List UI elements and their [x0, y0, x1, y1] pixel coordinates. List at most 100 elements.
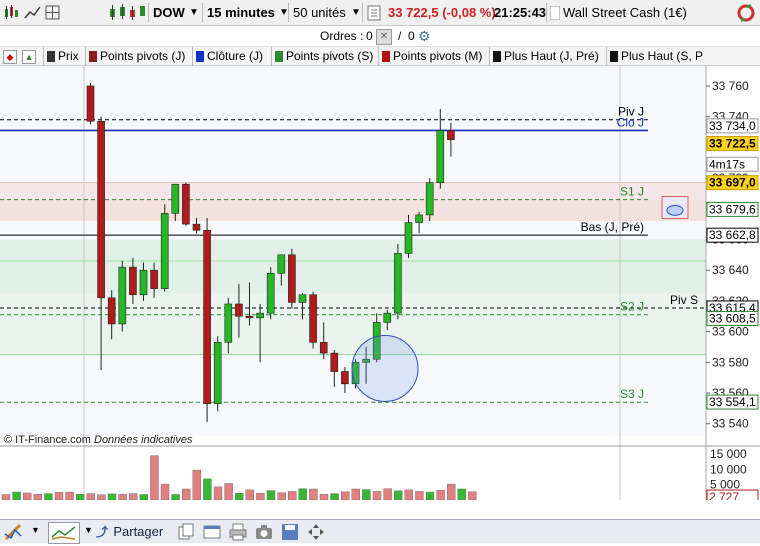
- legend-swatch: [196, 51, 204, 62]
- share-button[interactable]: ⤴ Partager: [96, 522, 168, 542]
- volume-bar: [181, 488, 191, 500]
- draw-tool-icon[interactable]: [3, 522, 25, 542]
- print-icon[interactable]: [228, 522, 248, 542]
- volume-bar: [86, 493, 96, 500]
- volume-bar: [107, 493, 117, 500]
- units-label: 50 unités: [293, 5, 346, 20]
- line-chart-icon[interactable]: [24, 4, 41, 21]
- price-chart[interactable]: Piv JClo JS1 JBas (J, Pré)Piv SS2 JS3 J …: [0, 66, 760, 500]
- volume-bar: [128, 493, 138, 500]
- candle-body: [277, 254, 286, 274]
- refresh-icon[interactable]: [736, 3, 756, 23]
- orders-count-a: 0: [366, 29, 373, 43]
- volume-bar: [425, 491, 435, 500]
- price-tags: 33 734,0 33 722,5 4m17s 33 697,0 33 679,6 33 …: [706, 118, 759, 500]
- save-icon[interactable]: [280, 522, 300, 542]
- volume-bar: [203, 478, 212, 500]
- candle-body: [86, 85, 95, 122]
- legend-item-points-pivots-m[interactable]: Points pivots (M): [378, 47, 488, 66]
- legend-swatch: [275, 51, 283, 62]
- legend-item-plus-haut-j[interactable]: Plus Haut (J, Pré): [489, 47, 604, 66]
- highlight-circle: [351, 334, 419, 402]
- legend-label: Clôture (J): [207, 49, 264, 63]
- candle-body: [107, 297, 116, 325]
- volume-bar: [12, 491, 21, 500]
- volume-bar: [298, 488, 307, 500]
- volume-tag-label: 2 727: [709, 490, 739, 500]
- volume-bar: [33, 493, 42, 500]
- close-orders-icon[interactable]: ✕: [376, 29, 392, 45]
- volume-bar: [468, 491, 477, 500]
- candle-body: [160, 213, 169, 289]
- candle-body: [383, 312, 392, 323]
- candle-body: [425, 182, 434, 216]
- volume-bar: [341, 491, 350, 500]
- legend-item-prix[interactable]: Prix: [43, 47, 83, 66]
- price-tick: 33 760: [712, 79, 749, 93]
- alert-ellipse: [666, 204, 684, 216]
- volume-bar: [234, 493, 244, 500]
- price-tag-label: 33 697,0: [709, 176, 756, 190]
- chevron-down-icon[interactable]: ▼: [84, 525, 93, 535]
- interval-select[interactable]: 15 minutes ▼: [207, 3, 289, 22]
- volume-bar: [319, 493, 329, 500]
- legend-label: Plus Haut (J, Pré): [504, 49, 599, 63]
- legend-label: Prix: [58, 49, 79, 63]
- chevron-down-icon: ▼: [189, 7, 199, 18]
- legend-item-plus-haut-s[interactable]: Plus Haut (S, P: [606, 47, 706, 66]
- volume-bar: [256, 493, 265, 500]
- settings-icon[interactable]: ⚙: [418, 28, 431, 45]
- level-label: S1 J: [620, 185, 644, 199]
- volume-bar: [192, 469, 202, 500]
- collapse-icon[interactable]: ◆: [3, 50, 17, 64]
- candle-body: [436, 130, 445, 183]
- indicators-icon[interactable]: [48, 522, 80, 544]
- candles-icon[interactable]: [3, 4, 20, 21]
- instrument-name: Wall Street Cash (1€): [563, 5, 687, 20]
- volume-bar: [288, 491, 297, 500]
- volume-bar: [309, 488, 318, 500]
- camera-icon[interactable]: [254, 522, 274, 542]
- legend-item-cloture-j[interactable]: Clôture (J): [192, 47, 270, 66]
- price-tick: 33 600: [712, 325, 749, 339]
- units-select[interactable]: 50 unités ▼: [293, 3, 361, 22]
- legend-item-points-pivots-j[interactable]: Points pivots (J): [85, 47, 191, 66]
- legend-label: Points pivots (J): [100, 49, 186, 63]
- symbol-select[interactable]: DOW ▼: [153, 3, 201, 22]
- legend-label: Plus Haut (S, P: [621, 49, 704, 63]
- legend-swatch: [610, 51, 618, 62]
- volume-bar: [447, 483, 456, 500]
- candle-body: [150, 269, 158, 289]
- level-label: S3 J: [620, 387, 644, 401]
- price-change: 33 722,5 (-0,08 %): [388, 5, 496, 20]
- volume-bar: [224, 483, 233, 500]
- volume-bar: [1, 494, 11, 500]
- volume-bar: [75, 493, 85, 500]
- price-tick: 33 640: [712, 263, 749, 277]
- pan-icon[interactable]: [306, 522, 326, 542]
- info-icon[interactable]: [367, 5, 381, 21]
- candle-body: [309, 294, 317, 343]
- popup-icon[interactable]: [202, 522, 222, 542]
- grid-icon[interactable]: [44, 4, 61, 21]
- price-tag-label: 33 662,8: [709, 228, 756, 242]
- candlestick-type-icon[interactable]: [108, 3, 148, 22]
- volume-tick: 10 000: [710, 462, 747, 476]
- volume-bar: [44, 493, 53, 500]
- price-tag-label: 33 679,6: [709, 202, 756, 216]
- share-icon: ⤴: [96, 525, 109, 539]
- chevron-down-icon[interactable]: ▼: [31, 525, 40, 535]
- legend-swatch: [382, 51, 390, 62]
- price-tag-label: 33 554,1: [709, 395, 756, 409]
- price-tag-label: 33 722,5: [709, 137, 756, 151]
- legend-item-points-pivots-s[interactable]: Points pivots (S): [271, 47, 377, 66]
- price-tick: 33 540: [712, 417, 749, 431]
- volume-bar: [160, 483, 170, 500]
- volume-bar: [65, 491, 74, 500]
- copy-icon[interactable]: [176, 522, 196, 542]
- expand-icon[interactable]: ▲: [22, 50, 36, 64]
- candle-body: [171, 183, 180, 214]
- candle-body: [404, 222, 413, 254]
- candle-body: [245, 315, 254, 319]
- share-label: Partager: [113, 524, 164, 539]
